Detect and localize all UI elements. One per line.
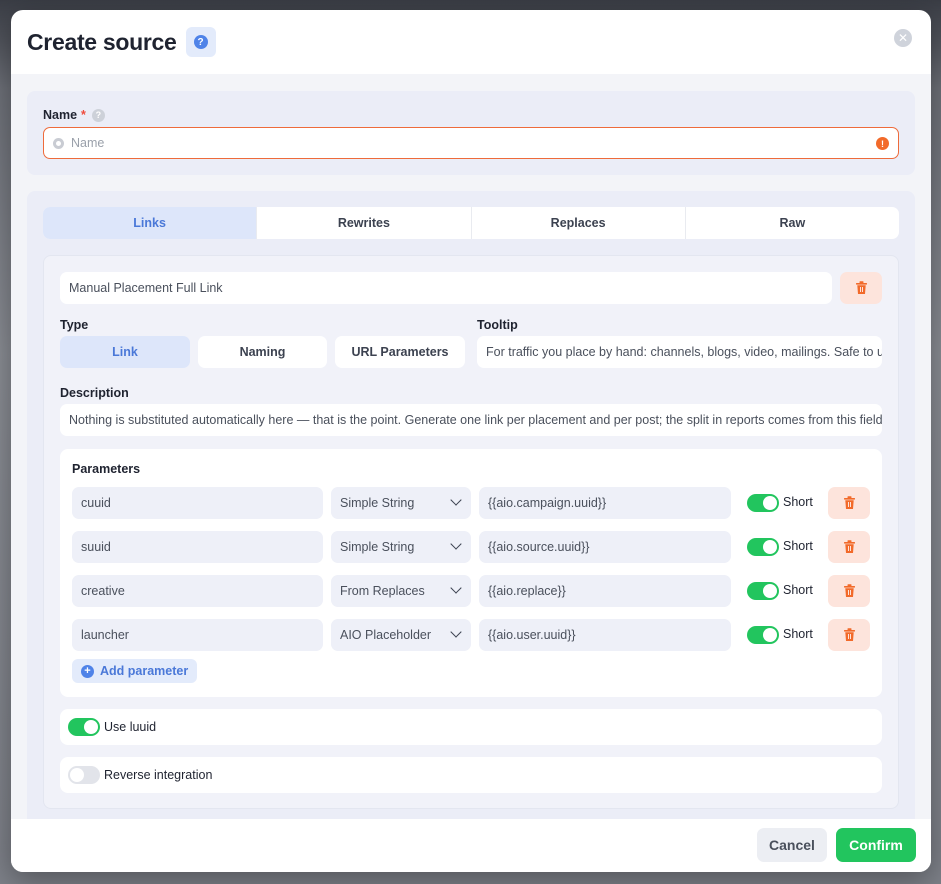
confirm-button[interactable]: Confirm xyxy=(836,828,916,862)
use-luuid-row: Use luuid xyxy=(60,709,882,745)
param-type-value: Simple String xyxy=(340,540,415,554)
use-luuid-label: Use luuid xyxy=(104,720,157,734)
tab-replaces[interactable]: Replaces xyxy=(472,207,686,239)
type-naming-button[interactable]: Naming xyxy=(198,336,327,368)
use-luuid-toggle[interactable] xyxy=(68,718,100,736)
type-label: Type xyxy=(60,318,89,332)
param-value-input[interactable]: {{aio.user.uuid}} xyxy=(479,619,731,651)
parameters-card: Parameters cuuid Simple String {{aio.cam… xyxy=(60,449,882,697)
create-source-modal: Create source ? ✕ Name * ? ! Links Rewri… xyxy=(11,10,931,872)
delete-param-button[interactable] xyxy=(828,531,870,563)
param-type-select[interactable]: Simple String xyxy=(331,531,471,563)
close-icon[interactable]: ✕ xyxy=(894,29,912,47)
plus-icon: + xyxy=(81,664,94,678)
parameters-title: Parameters xyxy=(72,462,141,476)
modal-title: Create source xyxy=(27,28,177,55)
modal-footer: Cancel Confirm xyxy=(11,819,931,872)
reverse-integration-row: Reverse integration xyxy=(60,757,882,793)
param-type-select[interactable]: From Replaces xyxy=(331,575,471,607)
param-type-select[interactable]: AIO Placeholder xyxy=(331,619,471,651)
modal-body: Name * ? ! Links Rewrites Replaces Raw M… xyxy=(11,74,931,831)
delete-param-button[interactable] xyxy=(828,619,870,651)
delete-link-button[interactable] xyxy=(840,272,882,304)
add-parameter-label: Add parameter xyxy=(100,664,189,678)
link-card: Manual Placement Full Link Type Link Nam… xyxy=(43,255,899,809)
trash-icon xyxy=(843,496,855,509)
link-name-input[interactable]: Manual Placement Full Link xyxy=(60,272,832,304)
param-key-input[interactable]: creative xyxy=(72,575,323,607)
name-field[interactable]: ! xyxy=(43,127,899,159)
param-type-value: AIO Placeholder xyxy=(340,628,432,642)
chevron-down-icon xyxy=(450,626,462,638)
name-panel: Name * ? ! xyxy=(27,91,915,175)
tab-rewrites[interactable]: Rewrites xyxy=(257,207,472,239)
question-icon[interactable]: ? xyxy=(91,108,105,122)
short-label: Short xyxy=(783,539,813,553)
param-key-input[interactable]: suuid xyxy=(72,531,323,563)
help-button[interactable]: ? xyxy=(185,27,216,57)
tooltip-input[interactable]: For traffic you place by hand: channels,… xyxy=(477,336,882,368)
links-panel: Links Rewrites Replaces Raw Manual Place… xyxy=(27,191,915,831)
short-label: Short xyxy=(783,583,813,597)
chevron-down-icon xyxy=(450,582,462,594)
description-input[interactable]: Nothing is substituted automatically her… xyxy=(60,404,882,436)
param-key-input[interactable]: launcher xyxy=(72,619,323,651)
tab-raw[interactable]: Raw xyxy=(686,207,899,239)
reverse-integration-label: Reverse integration xyxy=(104,768,213,782)
short-toggle[interactable] xyxy=(747,494,779,512)
question-icon: ? xyxy=(193,35,208,49)
short-toggle[interactable] xyxy=(747,626,779,644)
name-label: Name * ? xyxy=(43,108,105,122)
tab-links[interactable]: Links xyxy=(43,207,258,239)
trash-icon xyxy=(843,540,855,553)
exclamation-icon: ! xyxy=(876,137,889,150)
param-value-input[interactable]: {{aio.replace}} xyxy=(479,575,731,607)
delete-param-button[interactable] xyxy=(828,575,870,607)
description-label: Description xyxy=(60,386,129,400)
tab-bar: Links Rewrites Replaces Raw xyxy=(43,207,899,239)
trash-icon xyxy=(843,584,855,597)
param-type-value: From Replaces xyxy=(340,584,425,598)
chevron-down-icon xyxy=(450,494,462,506)
delete-param-button[interactable] xyxy=(828,487,870,519)
add-parameter-button[interactable]: + Add parameter xyxy=(72,659,198,683)
chevron-down-icon xyxy=(450,538,462,550)
param-type-select[interactable]: Simple String xyxy=(331,487,471,519)
short-label: Short xyxy=(783,495,813,509)
trash-icon xyxy=(843,628,855,641)
param-value-input[interactable]: {{aio.campaign.uuid}} xyxy=(479,487,731,519)
required-mark: * xyxy=(81,108,86,122)
tooltip-label: Tooltip xyxy=(477,318,518,332)
name-label-text: Name xyxy=(43,108,78,122)
type-link-button[interactable]: Link xyxy=(60,336,190,368)
short-toggle[interactable] xyxy=(747,538,779,556)
hexagon-icon xyxy=(53,137,64,149)
cancel-button[interactable]: Cancel xyxy=(757,828,827,862)
param-value-input[interactable]: {{aio.source.uuid}} xyxy=(479,531,731,563)
short-label: Short xyxy=(783,627,813,641)
reverse-integration-toggle[interactable] xyxy=(68,766,100,784)
name-input[interactable] xyxy=(71,136,851,150)
trash-icon xyxy=(855,281,867,294)
modal-header: Create source ? ✕ xyxy=(11,10,931,74)
type-url-parameters-button[interactable]: URL Parameters xyxy=(335,336,465,368)
short-toggle[interactable] xyxy=(747,582,779,600)
param-key-input[interactable]: cuuid xyxy=(72,487,323,519)
param-type-value: Simple String xyxy=(340,496,415,510)
